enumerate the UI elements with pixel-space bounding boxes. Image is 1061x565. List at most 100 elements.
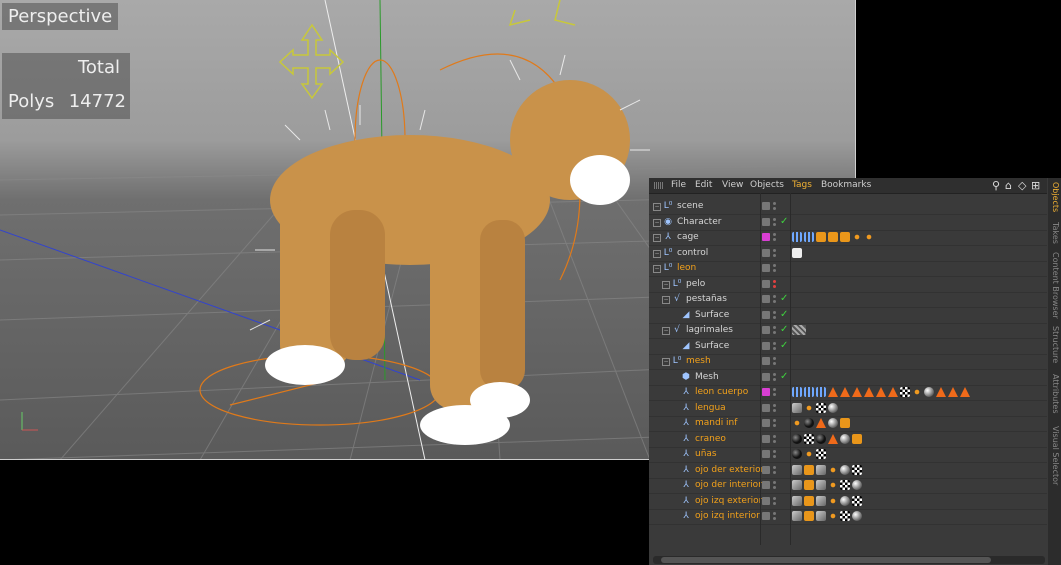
expand-toggle[interactable]: −	[653, 218, 661, 227]
tri-tag-icon[interactable]	[876, 387, 886, 397]
checker-tag-icon[interactable]	[804, 433, 814, 444]
new-window-icon[interactable]: ⊞	[1031, 179, 1040, 192]
dot-tag-icon[interactable]	[804, 402, 814, 413]
object-name[interactable]: cage	[677, 232, 699, 242]
orange-tag-icon[interactable]	[804, 480, 814, 490]
enabled-check-icon[interactable]: ✓	[780, 309, 788, 320]
expand-toggle[interactable]: −	[662, 296, 670, 304]
visibility-dots[interactable]	[773, 418, 776, 428]
object-name[interactable]: ojo der interior	[695, 480, 762, 490]
visibility-dots[interactable]	[773, 449, 776, 459]
expand-toggle[interactable]: −	[653, 203, 661, 211]
visibility-dots[interactable]	[773, 248, 776, 258]
layer-color-swatch[interactable]	[762, 295, 770, 303]
layer-color-swatch[interactable]	[762, 434, 770, 443]
layer-color-swatch[interactable]	[762, 310, 770, 319]
scrollbar-thumb[interactable]	[661, 557, 991, 563]
checker-tag-icon[interactable]	[852, 495, 862, 506]
dot-tag-icon[interactable]	[828, 511, 838, 521]
object-name[interactable]: scene	[677, 201, 703, 211]
tri-tag-icon[interactable]	[948, 387, 958, 397]
visibility-dots[interactable]	[773, 372, 776, 382]
layer-color-swatch[interactable]	[762, 202, 770, 210]
menu-edit[interactable]: Edit	[695, 180, 712, 190]
expand-toggle[interactable]: −	[662, 358, 670, 366]
object-name[interactable]: Surface	[695, 341, 729, 351]
view-icon[interactable]: ◇	[1018, 179, 1026, 192]
dot-tag-icon[interactable]	[864, 232, 874, 242]
object-row[interactable]: ◢ Surface ✓	[649, 339, 1047, 355]
layer-color-swatch[interactable]	[762, 481, 770, 489]
dot-tag-icon[interactable]	[792, 418, 802, 428]
sphere-tag-icon[interactable]	[924, 387, 934, 397]
visibility-dots[interactable]	[773, 387, 776, 397]
object-row[interactable]: ⅄ ojo izq interior	[649, 509, 1047, 525]
object-row[interactable]: − L⁰ control	[649, 246, 1047, 262]
side-tab-attributes[interactable]: Attributes	[1049, 374, 1060, 414]
dot-tag-icon[interactable]	[804, 449, 814, 459]
object-row[interactable]: ⬢ Mesh ✓	[649, 370, 1047, 386]
dot-tag-icon[interactable]	[828, 480, 838, 490]
sphere-tag-icon[interactable]	[828, 418, 838, 428]
tri-tag-icon[interactable]	[816, 418, 826, 428]
checker-tag-icon[interactable]	[816, 449, 826, 459]
blackball-tag-icon[interactable]	[792, 433, 802, 444]
grip-icon[interactable]	[654, 182, 663, 189]
sphere-tag-icon[interactable]	[840, 495, 850, 506]
object-name[interactable]: leon cuerpo	[695, 387, 748, 397]
object-name[interactable]: pestañas	[686, 294, 727, 304]
layer-color-swatch[interactable]	[762, 372, 770, 381]
menu-view[interactable]: View	[722, 180, 743, 190]
bone-tag-icon[interactable]	[792, 464, 802, 475]
blue-tag-icon[interactable]	[792, 387, 802, 397]
orange-tag-icon[interactable]	[804, 464, 814, 475]
checker-tag-icon[interactable]	[816, 402, 826, 413]
object-row[interactable]: − L⁰ mesh	[649, 354, 1047, 370]
bone-tag-icon[interactable]	[816, 480, 826, 490]
menu-objects[interactable]: Objects	[750, 180, 784, 190]
visibility-dots[interactable]	[773, 201, 776, 211]
tri-tag-icon[interactable]	[888, 387, 898, 397]
blue-tag-icon[interactable]	[804, 232, 814, 242]
object-row[interactable]: ⅄ ojo izq exterior	[649, 494, 1047, 510]
tri-tag-icon[interactable]	[852, 387, 862, 397]
object-name[interactable]: lagrimales	[686, 325, 733, 335]
orange-tag-icon[interactable]	[804, 511, 814, 521]
layer-color-swatch[interactable]	[762, 248, 770, 257]
tri-tag-icon[interactable]	[936, 387, 946, 397]
side-tab-visual-selector[interactable]: Visual Selector	[1049, 426, 1060, 485]
object-row[interactable]: ⅄ craneo	[649, 432, 1047, 448]
layer-color-swatch[interactable]	[762, 326, 770, 334]
redx-tag-icon[interactable]	[792, 247, 802, 258]
visibility-dots[interactable]	[773, 325, 776, 335]
object-name[interactable]: uñas	[695, 449, 717, 459]
side-tab-structure[interactable]: Structure	[1049, 326, 1060, 363]
blackball-tag-icon[interactable]	[816, 433, 826, 444]
sphere-tag-icon[interactable]	[852, 480, 862, 490]
layer-color-swatch[interactable]	[762, 357, 770, 365]
object-row[interactable]: − ⅄ cage	[649, 230, 1047, 246]
hatch-tag-icon[interactable]	[792, 325, 806, 335]
object-name[interactable]: ojo der exterior	[695, 465, 764, 475]
visibility-dots[interactable]	[773, 217, 776, 227]
layer-color-swatch[interactable]	[762, 341, 770, 350]
side-tab-content-browser[interactable]: Content Browser	[1049, 252, 1060, 319]
expand-toggle[interactable]: −	[662, 327, 670, 335]
object-name[interactable]: mesh	[686, 356, 711, 366]
object-name[interactable]: ojo izq exterior	[695, 496, 762, 506]
object-row[interactable]: ⅄ ojo der exterior	[649, 463, 1047, 479]
orange-tag-icon[interactable]	[852, 433, 862, 444]
sphere-tag-icon[interactable]	[852, 511, 862, 521]
visibility-dots[interactable]	[773, 232, 776, 242]
object-name[interactable]: ojo izq interior	[695, 511, 760, 521]
expand-toggle[interactable]: −	[653, 249, 661, 258]
menu-file[interactable]: File	[671, 180, 686, 190]
blue-tag-icon[interactable]	[816, 387, 826, 397]
visibility-dots[interactable]	[773, 465, 776, 475]
object-name[interactable]: pelo	[686, 279, 705, 289]
layer-color-swatch[interactable]	[762, 496, 770, 505]
checker-tag-icon[interactable]	[840, 480, 850, 490]
visibility-dots[interactable]	[773, 310, 776, 320]
object-name[interactable]: leon	[677, 263, 696, 273]
sphere-tag-icon[interactable]	[840, 433, 850, 444]
